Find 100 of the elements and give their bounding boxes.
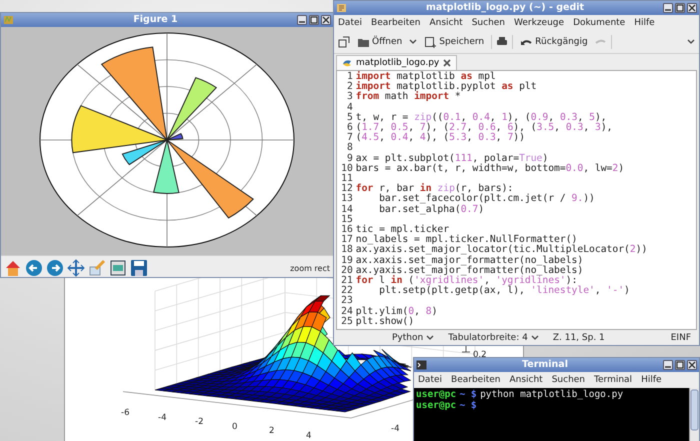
window-icon[interactable] — [109, 259, 127, 277]
dropdown-label[interactable]: Python — [392, 332, 424, 342]
line-number: 18 — [340, 245, 354, 256]
command-text: python matplotlib_logo.py — [480, 389, 624, 400]
home-icon[interactable] — [4, 259, 22, 277]
window-title: matplotlib_logo.py (~) - gedit — [424, 1, 586, 15]
axis-tick-label: 2 — [269, 426, 274, 436]
line-number: 7 — [346, 133, 354, 144]
line-number: 23 — [340, 296, 354, 306]
line-number: 5 — [346, 112, 354, 123]
axis-tick-label: 4 — [306, 431, 312, 441]
maximize-button[interactable] — [675, 360, 685, 370]
close-button[interactable] — [321, 15, 331, 25]
code-line: bars = ax.bar(t, r, width=w, bottom=0.0, lw=2) — [356, 164, 624, 174]
code-line: ax.yaxis.set_major_locator(tic.MultipleLocator(2)) — [356, 245, 648, 256]
status-text: zoom rect — [290, 264, 330, 272]
menu-item[interactable]: Datei — [418, 375, 442, 385]
caret-icon — [409, 39, 418, 45]
code-line: plt.show() — [356, 316, 414, 328]
menu-item[interactable]: Datei — [338, 18, 362, 28]
line-number: 3 — [346, 92, 354, 102]
axis-tick-label: -2 — [195, 417, 204, 428]
line-number: 13 — [340, 194, 354, 204]
menu-item[interactable]: Ansicht — [509, 375, 543, 385]
app-icon — [336, 3, 347, 13]
maximize-button[interactable] — [309, 15, 319, 25]
axis-tick-label: -4 — [158, 412, 166, 423]
close-icon[interactable] — [443, 59, 452, 67]
menu-item[interactable]: Ansicht — [429, 18, 463, 28]
line-number: 1 — [346, 72, 354, 82]
code-line: plt.ylim(0, 8) — [356, 306, 438, 317]
window-title: Figure 1 — [132, 13, 179, 27]
prompt-user: user@pc — [416, 400, 456, 411]
terminal-icon — [416, 360, 427, 370]
minimize-button[interactable] — [663, 360, 673, 370]
minimize-button[interactable] — [663, 3, 673, 13]
new-document-icon[interactable] — [338, 36, 350, 48]
code-line: tic = mpl.ticker — [356, 225, 450, 236]
scrollbar[interactable] — [689, 388, 699, 441]
undo-button[interactable]: Rückgängig — [517, 35, 591, 49]
code-line: import matplotlib as mpl — [356, 72, 496, 82]
line-number: 22 — [340, 286, 354, 296]
menu-item[interactable]: Suchen — [552, 375, 586, 385]
prompt-path: ~ $ — [459, 389, 477, 400]
line-number: 8 — [346, 143, 354, 154]
app-icon — [3, 15, 14, 25]
axis-tick-label: 0 — [232, 422, 238, 432]
code-line: for r, bar in zip(r, bars): — [356, 184, 514, 194]
code-line: bar.set_facecolor(plt.cm.jet(r / 9.)) — [378, 194, 595, 204]
menu-item[interactable]: Suchen — [472, 18, 506, 28]
axis-tick-label: -4 — [391, 424, 400, 434]
axis-tick-label: -6 — [121, 408, 130, 418]
tab-label: matplotlib_logo.py — [356, 58, 440, 68]
file-tab[interactable]: matplotlib_logo.py — [336, 55, 458, 70]
line-number: 24 — [340, 306, 354, 317]
code-line: (4.5, 0.4, 4), (5.3, 0.3, 7)) — [356, 133, 525, 144]
line-number: 9 — [346, 154, 354, 164]
window-title: Terminal — [521, 358, 569, 372]
code-line: ax = plt.subplot(111, polar=True) — [356, 154, 548, 164]
code-line: no_labels = mpl.ticker.NullFormatter() — [356, 235, 578, 246]
minimize-button[interactable] — [297, 15, 307, 25]
line-number: 12 — [340, 184, 354, 194]
tick-mark — [462, 344, 470, 352]
line-number: 14 — [340, 204, 354, 215]
line-number: 20 — [340, 266, 354, 276]
line-number: 4 — [346, 102, 354, 113]
line-number: 11 — [340, 174, 354, 184]
maximize-button[interactable] — [675, 3, 685, 13]
line-number: 15 — [340, 214, 354, 225]
printer-icon[interactable] — [496, 36, 508, 48]
save-button[interactable]: Speichern — [421, 35, 488, 49]
line-number: 2 — [346, 82, 354, 92]
code-line: plt.setp(plt.getp(ax, l), 'linestyle', '-') — [378, 286, 630, 296]
line-number: 10 — [340, 164, 354, 174]
menu-item[interactable]: Hilfe — [634, 18, 655, 28]
line-number: 21 — [340, 276, 354, 286]
menu-item[interactable]: Hilfe — [641, 375, 662, 385]
line-number: 19 — [340, 256, 354, 266]
status-text: Z. 11, Sp. 1 — [552, 332, 605, 342]
menu-item[interactable]: Bearbeiten — [451, 375, 500, 385]
open-button[interactable]: Öffnen — [354, 35, 406, 49]
status-text: EINF — [670, 332, 691, 342]
move-arrows-icon[interactable] — [67, 259, 85, 277]
line-number: 16 — [340, 225, 354, 236]
axis-tick-label: 0.2 — [473, 350, 487, 360]
code-line: import matplotlib.pyplot as plt — [356, 82, 537, 92]
prompt-path: ~ $ — [459, 400, 477, 411]
close-button[interactable] — [687, 360, 697, 370]
save-icon — [424, 36, 436, 48]
dropdown-label[interactable]: Tabulatorbreite: 4 — [448, 332, 528, 342]
code-line: ax.yaxis.set_major_formatter(no_labels) — [356, 266, 584, 276]
folder-icon — [357, 36, 369, 48]
close-button[interactable] — [687, 3, 697, 13]
menu-item[interactable]: Terminal — [594, 375, 632, 385]
menu-item[interactable]: Werkzeuge — [514, 18, 564, 28]
code-line: ax.xaxis.set_major_formatter(no_labels) — [356, 256, 584, 266]
code-line: from math import * — [356, 92, 461, 103]
line-number: 17 — [340, 235, 354, 246]
menu-item[interactable]: Dokumente — [573, 18, 626, 28]
menu-item[interactable]: Bearbeiten — [371, 18, 420, 28]
